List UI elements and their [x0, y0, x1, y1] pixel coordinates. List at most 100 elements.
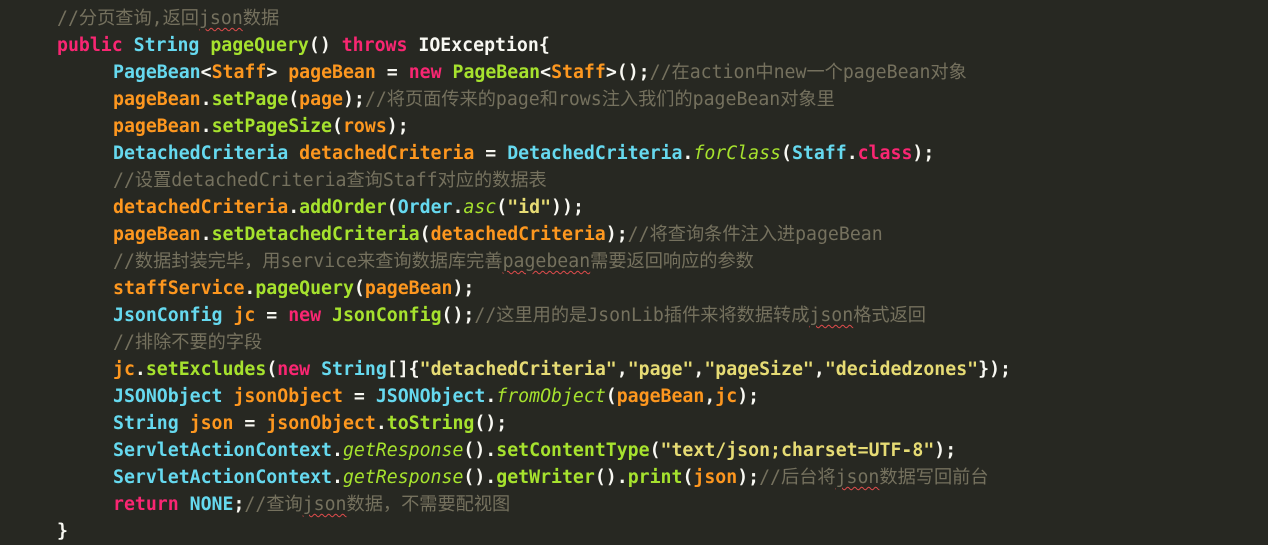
code-token: print — [627, 467, 683, 488]
code-comment: 数据写回前台 — [879, 467, 989, 488]
code-token: pageBean — [288, 62, 376, 83]
code-token: ( — [386, 197, 398, 218]
code-token: ( — [682, 467, 694, 488]
code-token: "pageSize" — [704, 359, 814, 380]
code-token: pageQuery — [255, 278, 354, 299]
code-token: jc — [233, 305, 256, 326]
code-token: []{ — [386, 359, 420, 380]
code-line: ServletActionContext.getResponse().getWr… — [113, 464, 989, 491]
code-token: jsonObject — [233, 386, 343, 407]
code-line: JsonConfig jc = new JsonConfig();//这里用的是… — [113, 302, 926, 329]
code-token: pageBean — [113, 89, 201, 110]
code-token: detachedCriteria — [430, 224, 606, 245]
code-comment: //分页查询,返回 — [57, 8, 199, 29]
code-token: pageBean — [113, 116, 201, 137]
code-token: . — [375, 413, 387, 434]
code-token: (); — [474, 413, 508, 434]
code-token: Staff — [791, 143, 847, 164]
code-token: ); — [737, 386, 760, 407]
code-token: . — [200, 224, 212, 245]
code-comment: //后台将 — [759, 467, 836, 488]
code-line: pageBean.setPage(page);//将页面传来的page和rows… — [113, 86, 835, 113]
code-token: ); — [912, 143, 935, 164]
code-token: >(); — [605, 62, 650, 83]
code-token: throws — [341, 35, 408, 56]
code-token: } — [57, 521, 68, 542]
code-token: IOException{ — [407, 35, 550, 56]
code-token: ( — [353, 278, 365, 299]
code-line: //数据封装完毕，用service来查询数据库完善pagebean需要返回响应的… — [113, 248, 754, 275]
code-token: = — [342, 386, 376, 407]
code-token: ); — [342, 89, 365, 110]
code-token: ( — [780, 143, 792, 164]
code-token: getWriter — [496, 467, 595, 488]
code-token: ); — [452, 278, 475, 299]
code-token: . — [452, 197, 464, 218]
code-token: Staff — [211, 62, 267, 83]
code-line: DetachedCriteria detachedCriteria = Deta… — [113, 140, 934, 167]
code-token: (). — [594, 467, 628, 488]
code-token: ( — [266, 359, 278, 380]
code-line: JSONObject jsonObject = JSONObject.fromO… — [113, 383, 759, 410]
code-token: ); — [386, 116, 409, 137]
code-token: > — [266, 62, 289, 83]
code-token: pageBean — [364, 278, 453, 299]
code-token: . — [288, 197, 300, 218]
code-token: Order — [397, 197, 453, 218]
code-token: String — [133, 35, 200, 56]
code-token: , — [616, 359, 628, 380]
code-token: ( — [649, 440, 661, 461]
code-token: jc — [715, 386, 738, 407]
code-token: public — [57, 35, 123, 56]
code-line: detachedCriteria.addOrder(Order.asc("id"… — [113, 194, 584, 221]
code-token: . — [846, 143, 858, 164]
code-token: . — [244, 278, 256, 299]
code-token: setPage — [211, 89, 289, 110]
code-token: ServletActionContext — [113, 440, 332, 461]
code-token: json — [693, 467, 738, 488]
code-token: = — [233, 413, 267, 434]
code-line: staffService.pageQuery(pageBean); — [113, 275, 474, 302]
code-editor[interactable]: //分页查询,返回json数据 public String pageQuery()… — [0, 0, 1268, 543]
code-token: DetachedCriteria — [507, 143, 683, 164]
code-token: PageBean — [452, 62, 541, 83]
code-token: String — [321, 359, 387, 380]
code-line: return NONE;//查询json数据，不需要配视图 — [113, 491, 510, 518]
code-token: pageQuery — [210, 35, 309, 56]
code-token: < — [200, 62, 212, 83]
code-token: return — [113, 494, 179, 515]
code-token: String — [113, 413, 179, 434]
code-token: JsonConfig — [332, 305, 442, 326]
code-line: //分页查询,返回json数据 — [57, 5, 279, 32]
code-token: . — [200, 116, 212, 137]
code-comment: 格式返回 — [853, 305, 926, 326]
code-token: JSONObject — [113, 386, 223, 407]
code-token: class — [857, 143, 913, 164]
code-token: . — [485, 386, 497, 407]
code-token: () — [308, 35, 342, 56]
code-token: ( — [419, 224, 431, 245]
code-line: ServletActionContext.getResponse().setCo… — [113, 437, 956, 464]
code-token: . — [332, 467, 343, 488]
code-comment: json — [835, 467, 880, 488]
code-token: toString — [386, 413, 475, 434]
code-token: detachedCriteria — [113, 197, 289, 218]
code-line: //排除不要的字段 — [113, 329, 262, 356]
code-comment: pagebean — [502, 251, 591, 272]
code-comment: //在action中new一个pageBean对象 — [649, 62, 967, 83]
code-token: ( — [496, 197, 508, 218]
code-token: "decidedzones" — [824, 359, 979, 380]
code-token: jc — [113, 359, 135, 380]
code-token: JSONObject — [375, 386, 486, 407]
code-comment: json — [302, 494, 347, 515]
code-token: addOrder — [299, 197, 387, 218]
code-token: }); — [978, 359, 1011, 380]
code-token: fromObject — [496, 386, 606, 407]
code-comment: //数据封装完毕，用service来查询数据库完善 — [113, 251, 503, 272]
